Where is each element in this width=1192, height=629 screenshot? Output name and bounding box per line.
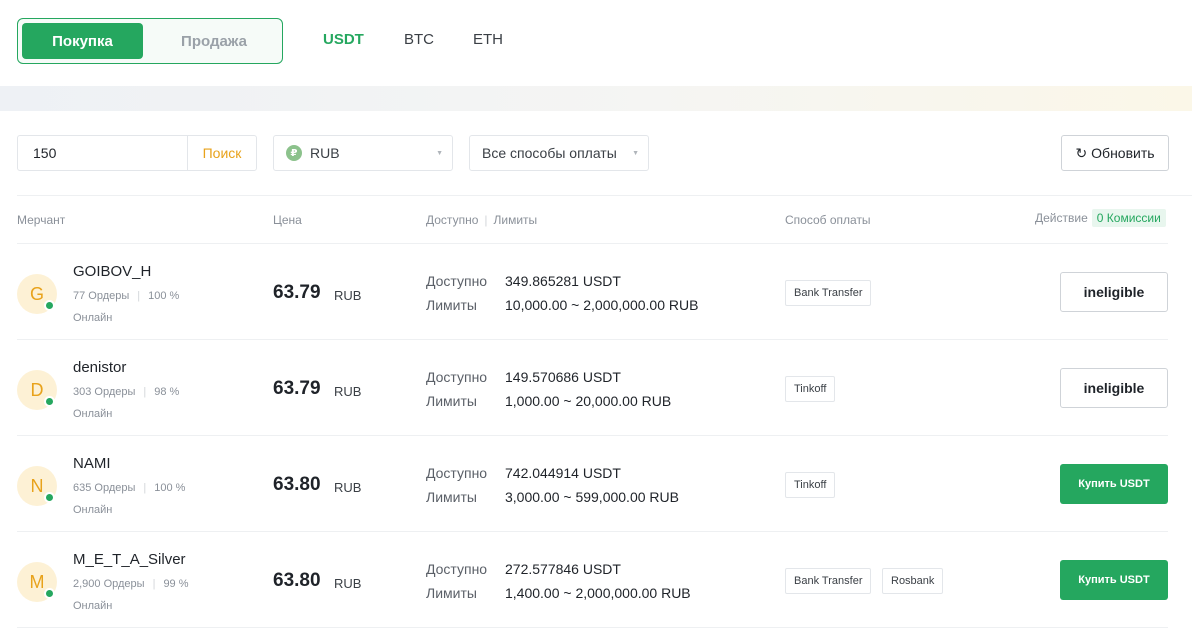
- online-status: Онлайн: [73, 600, 113, 612]
- payment-tag: Bank Transfer: [785, 280, 872, 306]
- orders-count: 2,900 Ордеры: [73, 578, 145, 590]
- currency-select[interactable]: ₽ RUB ▼: [273, 135, 453, 171]
- orders-count: 77 Ордеры: [73, 290, 130, 302]
- buy-tab[interactable]: Покупка: [22, 23, 143, 59]
- price-value: 63.79: [273, 282, 321, 303]
- merchant-name[interactable]: denistor: [73, 359, 126, 376]
- merchant-name[interactable]: NAMI: [73, 455, 111, 472]
- price-currency: RUB: [334, 288, 362, 303]
- table-row: D denistor 303 Ордеры | 98 % Онлайн 63.79 …: [17, 339, 1168, 435]
- online-indicator: [44, 588, 55, 599]
- available-label: Доступно: [426, 561, 488, 577]
- online-status: Онлайн: [73, 408, 113, 420]
- online-indicator: [44, 396, 55, 407]
- header-price: Цена: [273, 213, 302, 227]
- online-status: Онлайн: [73, 312, 113, 324]
- online-indicator: [44, 300, 55, 311]
- limits-value: 1,400.00 ~ 2,000,000.00 RUB: [505, 585, 691, 601]
- banner-strip: [0, 86, 1192, 111]
- merchant-stats: 77 Ордеры | 100 %: [73, 290, 180, 302]
- limits-label: Лимиты: [426, 489, 477, 505]
- refresh-label: Обновить: [1091, 145, 1155, 161]
- amount-input[interactable]: [18, 136, 187, 170]
- merchant-stats: 635 Ордеры | 100 %: [73, 482, 186, 494]
- payment-method-value: Все способы оплаты: [482, 145, 617, 161]
- payment-method-select[interactable]: Все способы оплаты ▼: [469, 135, 649, 171]
- search-button[interactable]: Поиск: [187, 136, 256, 170]
- limits-value: 3,000.00 ~ 599,000.00 RUB: [505, 489, 679, 505]
- limits-label: Лимиты: [426, 297, 477, 313]
- header-action-label: Действие: [1035, 211, 1088, 225]
- limits-label: Лимиты: [426, 585, 477, 601]
- buy-usdt-button[interactable]: Купить USDT: [1060, 464, 1168, 504]
- sell-tab[interactable]: Продажа: [154, 23, 274, 59]
- available-value: 742.044914 USDT: [505, 465, 621, 481]
- orders-count: 635 Ордеры: [73, 482, 136, 494]
- payment-tag: Rosbank: [882, 568, 944, 594]
- limits-value: 10,000.00 ~ 2,000,000.00 RUB: [505, 297, 699, 313]
- table-row: M M_E_T_A_Silver 2,900 Ордеры | 99 % Онлай…: [17, 531, 1168, 627]
- merchant-stats: 2,900 Ордеры | 99 %: [73, 578, 189, 590]
- header-payment: Способ оплаты: [785, 213, 871, 227]
- available-value: 349.865281 USDT: [505, 273, 621, 289]
- table-row: G GOIBOV_H 77 Ордеры | 100 % Онлайн 63.79 …: [17, 243, 1168, 339]
- available-label: Доступно: [426, 273, 488, 289]
- online-indicator: [44, 492, 55, 503]
- header-merchant: Мерчант: [17, 213, 66, 227]
- price-currency: RUB: [334, 384, 362, 399]
- ineligible-button[interactable]: ineligible: [1060, 368, 1168, 408]
- chevron-down-icon: ▼: [436, 150, 443, 157]
- orders-count: 303 Ордеры: [73, 386, 136, 398]
- payment-tag: Tinkoff: [785, 472, 836, 498]
- available-value: 272.577846 USDT: [505, 561, 621, 577]
- header-limits: Лимиты: [493, 213, 538, 227]
- buy-sell-toggle: Покупка Продажа: [17, 18, 283, 64]
- refresh-icon: ↻: [1075, 144, 1088, 161]
- price-currency: RUB: [334, 480, 362, 495]
- divider: [17, 195, 1192, 196]
- header-action: Действие 0 Комиссии: [1035, 209, 1166, 227]
- divider: [17, 627, 1168, 628]
- price-value: 63.80: [273, 474, 321, 495]
- price-value: 63.80: [273, 570, 321, 591]
- completion-rate: 99 %: [163, 578, 189, 590]
- price-currency: RUB: [334, 576, 362, 591]
- merchant-name[interactable]: GOIBOV_H: [73, 263, 151, 280]
- chevron-down-icon: ▼: [632, 150, 639, 157]
- price-value: 63.79: [273, 378, 321, 399]
- coin-tab-usdt[interactable]: USDT: [323, 31, 364, 48]
- completion-rate: 100 %: [148, 290, 180, 302]
- payment-tag: Bank Transfer: [785, 568, 872, 594]
- amount-search-box: Поиск: [17, 135, 257, 171]
- available-value: 149.570686 USDT: [505, 369, 621, 385]
- available-label: Доступно: [426, 369, 488, 385]
- refresh-button[interactable]: ↻ Обновить: [1061, 135, 1169, 171]
- limits-value: 1,000.00 ~ 20,000.00 RUB: [505, 393, 672, 409]
- completion-rate: 100 %: [154, 482, 186, 494]
- available-label: Доступно: [426, 465, 488, 481]
- payment-tag: Tinkoff: [785, 376, 836, 402]
- ruble-icon: ₽: [286, 145, 302, 161]
- coin-tab-eth[interactable]: ETH: [473, 31, 503, 48]
- limits-label: Лимиты: [426, 393, 477, 409]
- header-available: Доступно: [426, 213, 479, 227]
- coin-tab-btc[interactable]: BTC: [404, 31, 434, 48]
- ineligible-button[interactable]: ineligible: [1060, 272, 1168, 312]
- header-available-limits: Доступно | Лимиты: [426, 213, 538, 227]
- buy-usdt-button[interactable]: Купить USDT: [1060, 560, 1168, 600]
- fee-badge: 0 Комиссии: [1091, 209, 1166, 227]
- merchant-stats: 303 Ордеры | 98 %: [73, 386, 180, 398]
- online-status: Онлайн: [73, 504, 113, 516]
- completion-rate: 98 %: [154, 386, 180, 398]
- top-bar: Покупка Продажа USDT BTC ETH: [0, 0, 1192, 86]
- table-row: N NAMI 635 Ордеры | 100 % Онлайн 63.80 RUB…: [17, 435, 1168, 531]
- merchant-name[interactable]: M_E_T_A_Silver: [73, 551, 186, 568]
- currency-value: RUB: [310, 145, 340, 161]
